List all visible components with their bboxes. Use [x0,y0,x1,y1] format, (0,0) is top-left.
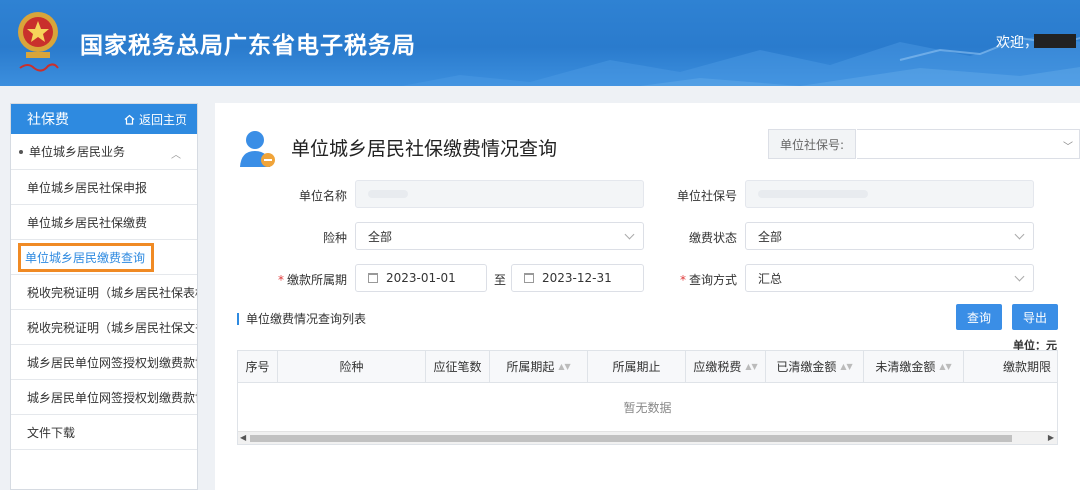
payment-status-label: 缴费状态 [688,231,737,245]
sidebar-item-declare[interactable]: 单位城乡居民社保申报 [11,170,197,205]
company-code-select-label: 单位社保号: [768,129,856,159]
user-icon [240,131,275,167]
sidebar-group-label: 单位城乡居民业务 [29,145,126,159]
chevron-down-icon [1014,229,1025,240]
scroll-right-icon[interactable]: ▶ [1048,433,1054,442]
col-deadline: 缴款期限 [1002,360,1051,374]
welcome-text: 欢迎， [996,35,1038,51]
required-marker: * [679,273,686,287]
result-table: 序号 险种 应征笔数 所属期起 ▲▼ 所属期止 应缴税费 ▲▼ 已清缴金额 ▲▼ 未清… [237,350,1058,445]
col-index: 序号 [238,351,278,382]
company-name-field [355,180,644,208]
col-insurance: 险种 [278,351,426,382]
sort-icon: ▲▼ [840,362,853,371]
sort-icon: ▲▼ [745,362,758,371]
section-title: 单位缴费情况查询列表 [237,313,366,325]
home-link-label: 返回主页 [138,112,187,127]
sidebar-item-query[interactable]: 单位城乡居民缴费查询 [11,240,197,275]
col-period-start[interactable]: 所属期起 ▲▼ [490,351,588,382]
sidebar-item-downloads[interactable]: 文件下载 [11,415,197,450]
query-button[interactable]: 查询 [956,304,1002,330]
sidebar-group[interactable]: 单位城乡居民业务 ︿ [11,134,197,170]
query-mode-label: * 查询方式 [679,273,737,287]
company-name-label: 单位名称 [298,189,347,203]
col-unpaid[interactable]: 未清缴金额 ▲▼ [864,351,964,382]
col-paid[interactable]: 已清缴金额 ▲▼ [766,351,864,382]
company-code-field [745,180,1034,208]
sidebar-header: 社保费 返回主页 [11,104,197,134]
username-redacted [1034,34,1076,48]
bullet-icon [19,149,23,154]
calendar-icon [368,273,378,283]
insurance-type-label: 险种 [322,231,347,245]
tax-emblem-logo [18,12,59,72]
table-header: 序号 险种 应征笔数 所属期起 ▲▼ 所属期止 应缴税费 ▲▼ 已清缴金额 ▲▼ 未清… [238,351,1057,383]
redacted-value [758,190,868,198]
sidebar-item-certificate-table[interactable]: 税收完税证明（城乡居民社保表格式） [11,275,197,310]
required-marker: * [277,273,284,287]
table-empty: 暂无数据 [623,400,672,415]
main-panel: 单位城乡居民社保缴费情况查询 单位社保号: ﹀ 单位名称 单位社保号 险种 全部… [215,103,1080,490]
scrollbar-thumb[interactable] [250,435,1012,442]
sidebar-item-certificate-doc[interactable]: 税收完税证明（城乡居民社保文书式） [11,310,197,345]
page-title: 单位城乡居民社保缴费情况查询 [291,138,558,160]
sidebar-title: 社保费 [27,112,69,128]
sort-icon: ▲▼ [558,362,571,371]
col-payable[interactable]: 应缴税费 ▲▼ [686,351,766,382]
chevron-down-icon [624,229,635,240]
sidebar-item-agreement-2[interactable]: 城乡居民单位网签授权划缴费款协议 [11,380,197,415]
chevron-down-icon [1014,271,1025,282]
home-icon [124,114,135,125]
period-start-date[interactable]: 2023-01-01 [355,264,487,292]
sidebar-item-pay[interactable]: 单位城乡居民社保缴费 [11,205,197,240]
chevron-down-icon: ﹀ [1063,142,1073,153]
period-end-date[interactable]: 2023-12-31 [511,264,644,292]
export-button[interactable]: 导出 [1012,304,1058,330]
sidebar: 社保费 返回主页 单位城乡居民业务 ︿ 单位城乡居民社保申报 单位城乡居民社保缴… [10,103,198,490]
company-code-label: 单位社保号 [676,189,737,203]
insurance-type-select[interactable]: 全部 [355,222,644,250]
calendar-icon [524,273,534,283]
sidebar-item-agreement-1[interactable]: 城乡居民单位网签授权划缴费款协议 [11,345,197,380]
home-link[interactable]: 返回主页 [124,111,187,128]
site-header: 国家税务总局广东省电子税务局 欢迎， [0,0,1080,86]
col-count: 应征笔数 [426,351,490,382]
chevron-up-icon: ︿ [171,150,181,161]
scroll-left-icon[interactable]: ◀ [240,433,246,442]
sort-icon: ▲▼ [939,362,952,371]
horizontal-scrollbar[interactable]: ◀ ▶ [238,431,1057,444]
query-mode-select[interactable]: 汇总 [745,264,1034,292]
payment-status-select[interactable]: 全部 [745,222,1034,250]
site-title: 国家税务总局广东省电子税务局 [80,33,416,59]
redacted-value [368,190,408,198]
payment-period-label: * 缴款所属期 [277,273,347,287]
period-separator: 至 [494,273,507,287]
col-period-end: 所属期止 [588,351,686,382]
great-wall-illustration [401,35,1080,86]
company-code-select[interactable]: ﹀ [857,129,1080,159]
